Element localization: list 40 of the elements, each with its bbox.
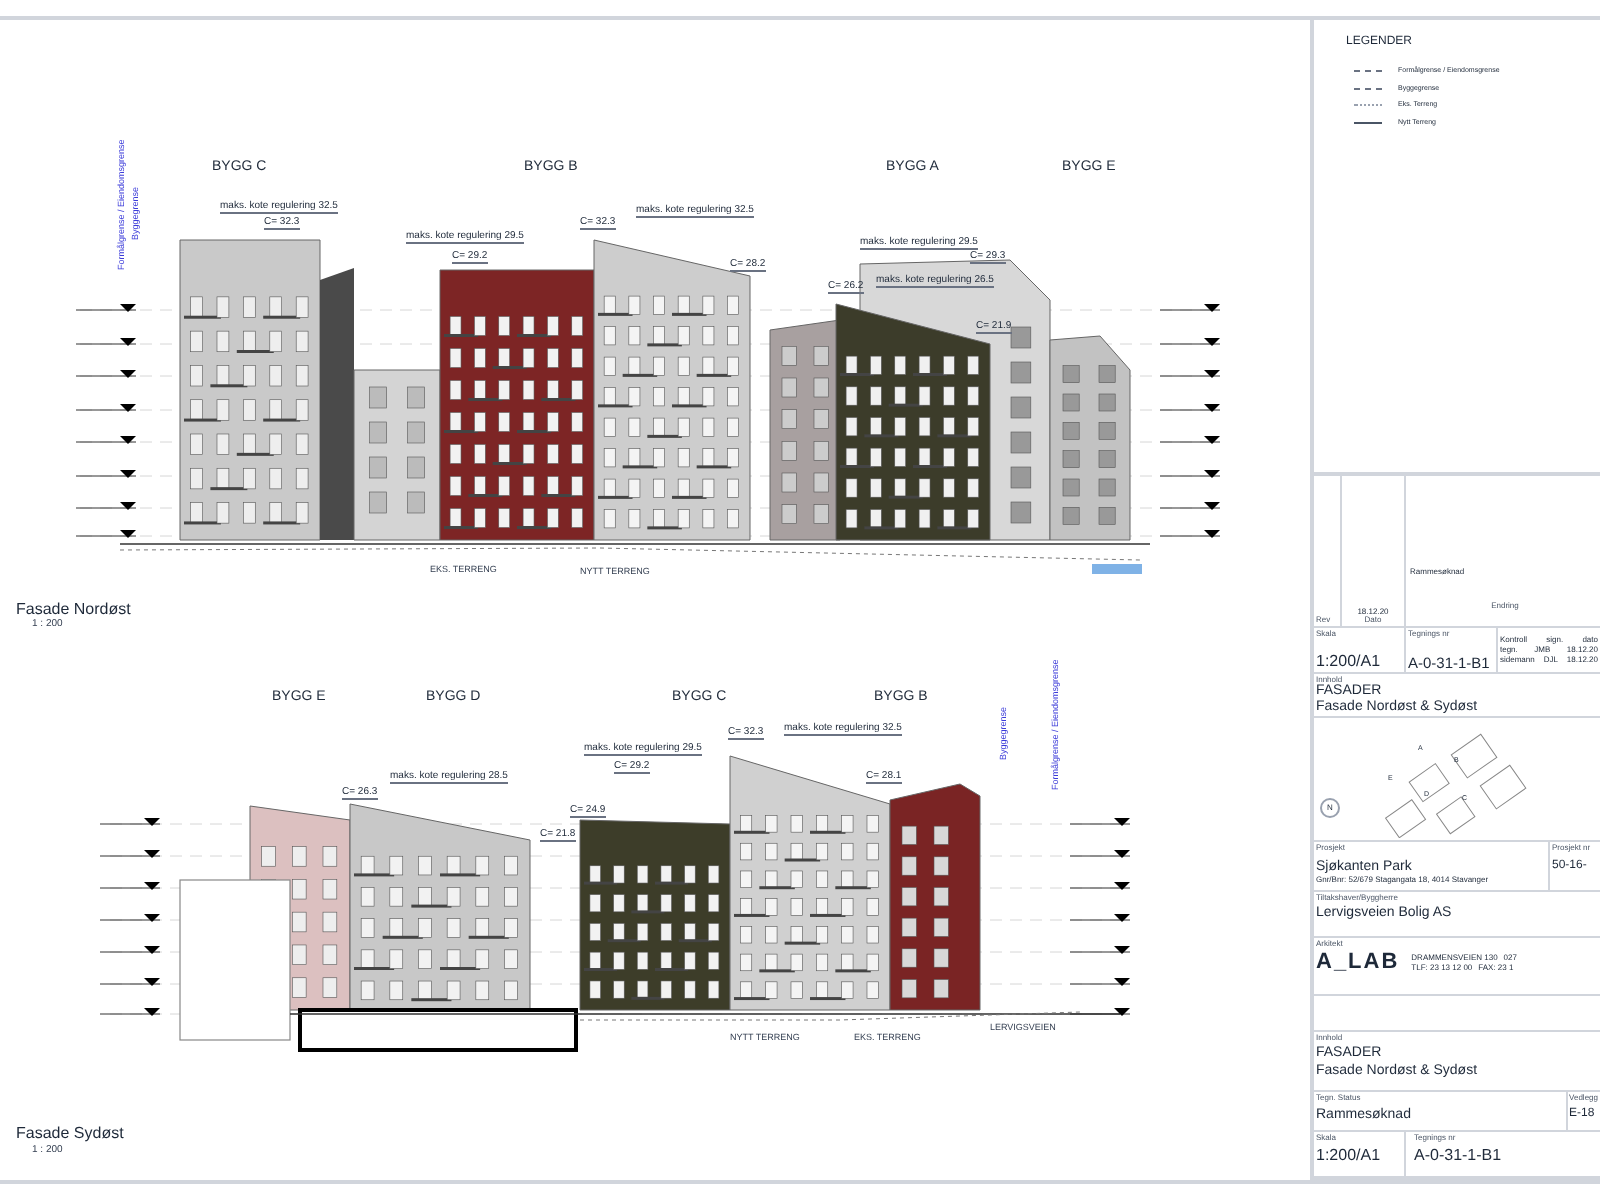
scale-value: 1:200/A1	[1316, 1148, 1383, 1165]
legend-line	[1354, 87, 1382, 90]
legend-line	[1354, 70, 1382, 73]
level-marker-icon	[1159, 304, 1221, 312]
legend-line	[1354, 121, 1382, 124]
level-marker-icon	[75, 502, 137, 510]
level-marker-icon	[75, 338, 137, 346]
level-marker-icon	[1159, 370, 1221, 378]
scale-value: 1:200/A1	[1316, 654, 1383, 671]
level-marker-icon	[1159, 502, 1221, 510]
level-marker-icon	[99, 850, 161, 858]
drawing-title: Fasade Sydøst	[16, 1126, 124, 1142]
level-marker-icon	[1159, 404, 1221, 412]
level-marker-icon	[1069, 946, 1131, 954]
level-marker-icon	[75, 530, 137, 538]
level-marker-icon	[1159, 338, 1221, 346]
level-marker-icon	[1069, 978, 1131, 986]
architect-logo: A_LAB	[1316, 952, 1400, 975]
level-marker-icon	[99, 818, 161, 826]
water-drawing	[1092, 564, 1142, 574]
level-marker-icon	[99, 978, 161, 986]
drawing-title: Fasade Nordøst	[16, 602, 131, 618]
level-marker-icon	[99, 946, 161, 954]
level-marker-icon	[1069, 818, 1131, 826]
level-marker-icon	[75, 370, 137, 378]
level-marker-icon	[75, 304, 137, 312]
level-marker-icon	[99, 1008, 161, 1016]
level-marker-icon	[1159, 470, 1221, 478]
level-marker-icon	[1159, 530, 1221, 538]
level-marker-icon	[75, 404, 137, 412]
legend-line	[1354, 104, 1382, 107]
level-marker-icon	[75, 470, 137, 478]
drawing-number: A-0-31-1-B1	[1414, 1148, 1504, 1165]
level-marker-icon	[99, 882, 161, 890]
level-marker-icon	[1159, 436, 1221, 444]
level-marker-icon	[1069, 850, 1131, 858]
level-marker-icon	[75, 436, 137, 444]
level-marker-icon	[1069, 882, 1131, 890]
level-marker-icon	[1069, 914, 1131, 922]
level-marker-icon	[99, 914, 161, 922]
